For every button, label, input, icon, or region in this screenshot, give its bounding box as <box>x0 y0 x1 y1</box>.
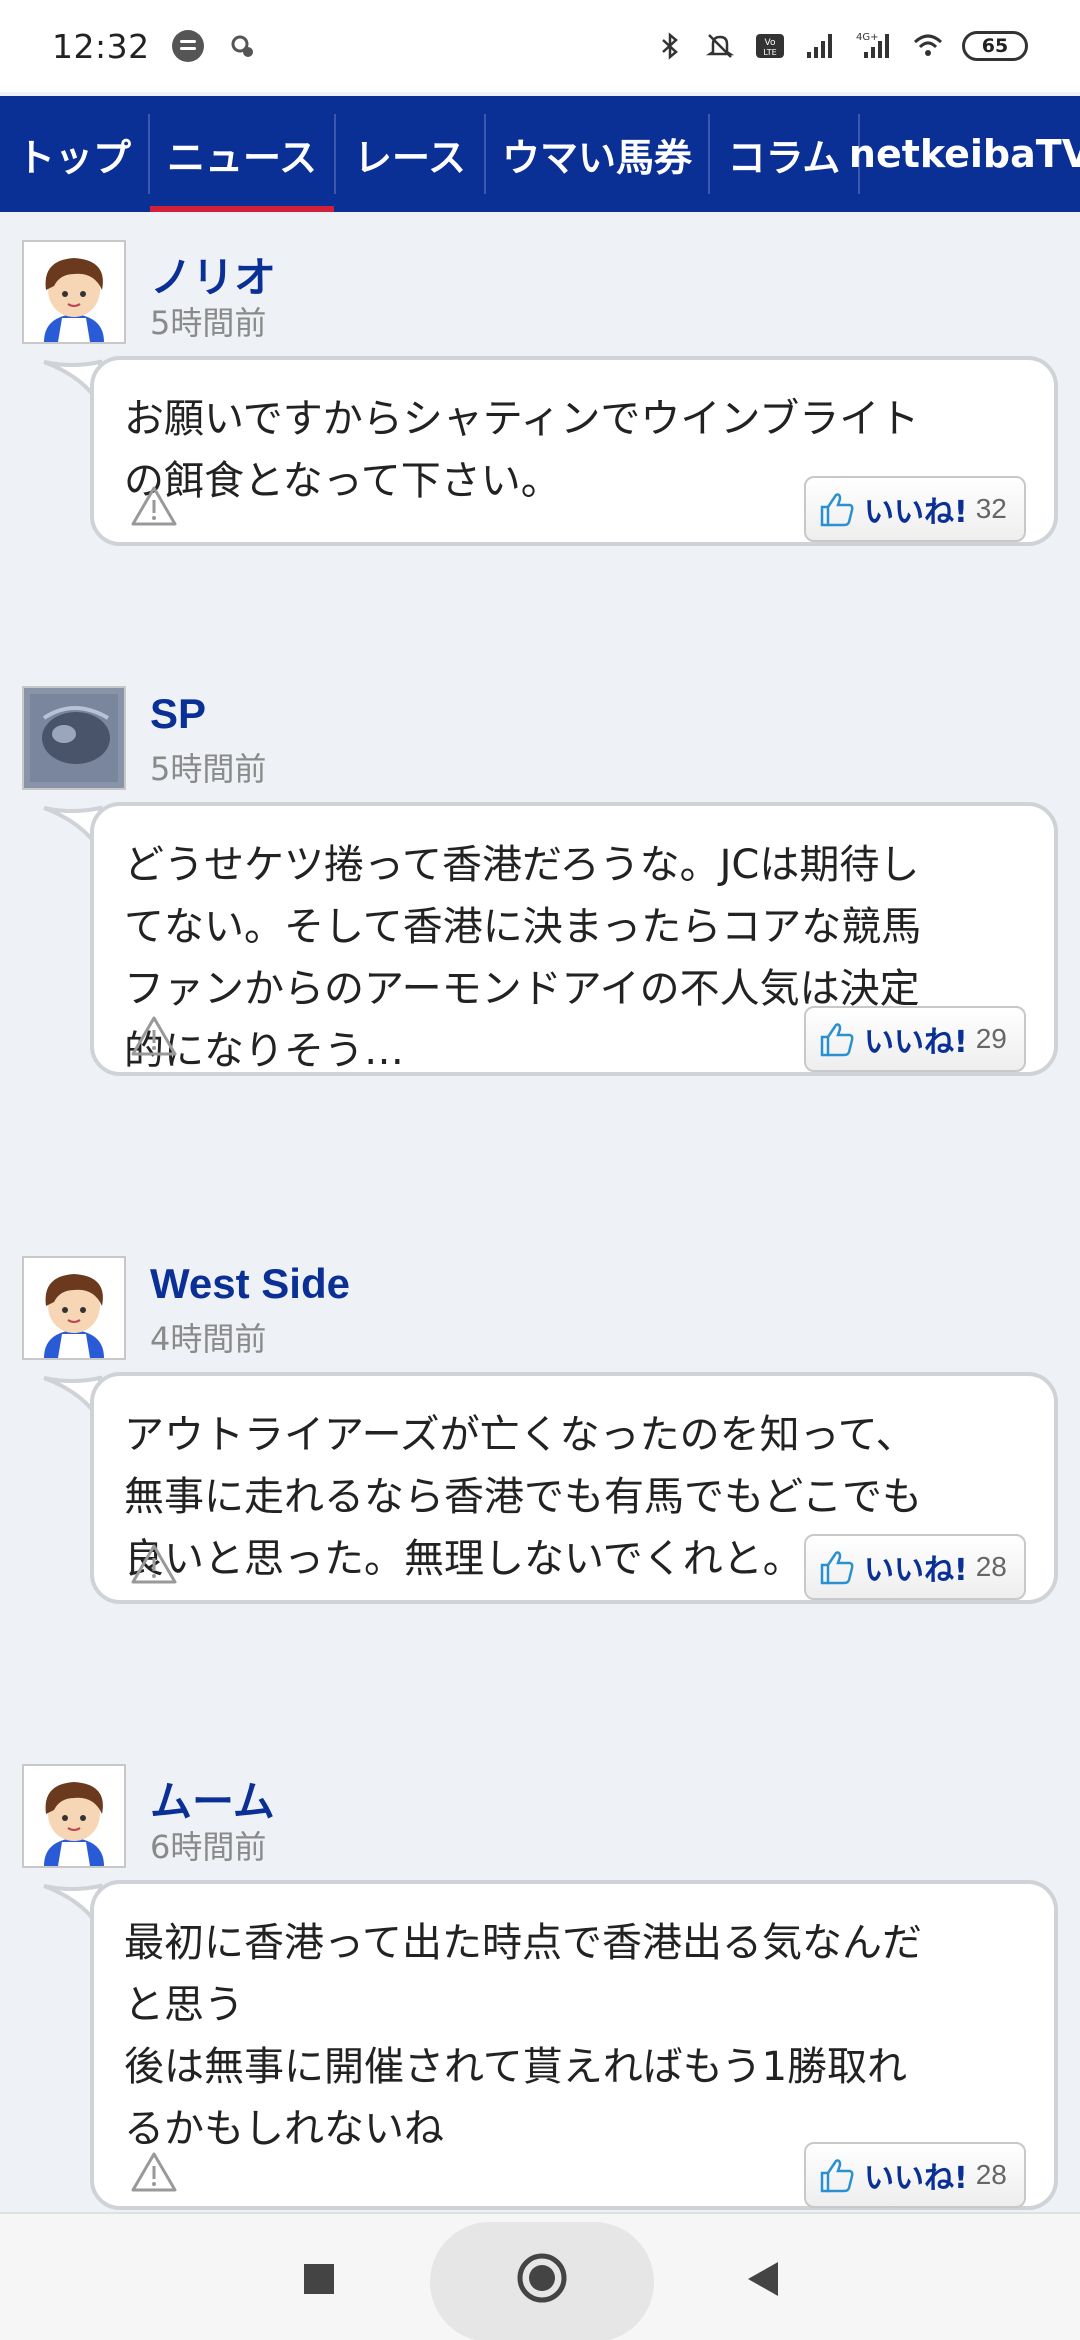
recents-button[interactable] <box>302 2262 336 2296</box>
system-navigation-bar <box>0 2212 1080 2340</box>
home-button[interactable] <box>516 2252 568 2304</box>
comment-bubble: アウトライアーズが亡くなったのを知って、 無事に走れるなら香港でも有馬でもどこで… <box>90 1372 1058 1604</box>
spotify-icon <box>171 30 204 62</box>
thumbs-up-icon <box>820 1023 854 1057</box>
svg-text:Vo: Vo <box>765 38 776 48</box>
svg-text:LTE: LTE <box>763 48 776 57</box>
tab-column[interactable]: コラム <box>710 96 858 212</box>
volte-icon: Vo LTE <box>756 34 784 58</box>
like-count: 32 <box>975 493 1007 524</box>
thumbs-up-icon <box>820 493 854 527</box>
like-button[interactable]: いいね! 28 <box>804 1534 1026 1600</box>
back-button[interactable] <box>744 2260 782 2298</box>
avatar[interactable] <box>22 1764 126 1868</box>
thumbs-up-icon <box>820 1551 854 1585</box>
thumbs-up-icon <box>820 2159 854 2193</box>
timestamp: 6時間前 <box>150 1828 267 1866</box>
boy-avatar-icon <box>24 242 124 342</box>
like-count: 28 <box>975 1551 1007 1582</box>
boy-avatar-icon <box>24 1258 124 1358</box>
username[interactable]: ムーム <box>150 1768 275 1829</box>
like-label: いいね! <box>864 1025 968 1060</box>
report-warning-icon[interactable] <box>130 2150 178 2194</box>
clock: 12:32 <box>52 26 150 66</box>
recording-icon <box>231 35 253 57</box>
like-button[interactable]: いいね! 29 <box>804 1006 1026 1072</box>
like-count: 28 <box>975 2159 1007 2190</box>
username[interactable]: West Side <box>150 1260 350 1308</box>
mute-icon <box>705 34 735 58</box>
report-warning-icon[interactable] <box>130 484 178 528</box>
like-count: 29 <box>975 1023 1007 1054</box>
timestamp: 5時間前 <box>150 304 267 342</box>
boy-avatar-icon <box>24 1766 124 1866</box>
report-warning-icon[interactable] <box>130 1542 178 1586</box>
category-nav: トップ ニュース レース ウマい馬券 コラム netkeibaTV <box>0 96 1080 212</box>
photo-avatar-icon <box>24 688 124 788</box>
status-bar: 12:32 Vo LTE 4G+ 65 <box>0 0 1080 92</box>
timestamp: 5時間前 <box>150 750 267 788</box>
like-label: いいね! <box>864 2161 968 2196</box>
comment-text: 最初に香港って出た時点で香港出る気なんだ と思う 後は無事に開催されて貰えればも… <box>124 1920 922 2152</box>
battery-icon: 65 <box>962 31 1028 61</box>
avatar[interactable] <box>22 240 126 344</box>
username[interactable]: SP <box>150 690 206 738</box>
tab-netkeiba-tv[interactable]: netkeibaTV <box>849 96 1080 212</box>
4g-signal-icon: 4G+ <box>856 32 889 58</box>
bluetooth-icon <box>662 32 678 60</box>
signal-icon <box>807 34 832 58</box>
tab-race[interactable]: レース <box>336 96 484 212</box>
avatar[interactable] <box>22 686 126 790</box>
like-button[interactable]: いいね! 32 <box>804 476 1026 542</box>
svg-text:4G+: 4G+ <box>856 32 879 43</box>
tab-news[interactable]: ニュース <box>150 96 334 212</box>
like-button[interactable]: いいね! 28 <box>804 2142 1026 2208</box>
comment-bubble: どうせケツ捲って香港だろうな。JCは期待し てない。そして香港に決まったらコアな… <box>90 802 1058 1076</box>
like-label: いいね! <box>864 1553 968 1588</box>
avatar[interactable] <box>22 1256 126 1360</box>
tab-top[interactable]: トップ <box>0 96 148 212</box>
comment-bubble: お願いですからシャティンでウインブライト の餌食となって下さい。 いいね! 32 <box>90 356 1058 546</box>
comment-feed: ノリオ 5時間前 お願いですからシャティンでウインブライト の餌食となって下さい… <box>0 212 1080 2212</box>
username[interactable]: ノリオ <box>150 244 276 305</box>
comment-bubble: 最初に香港って出た時点で香港出る気なんだ と思う 後は無事に開催されて貰えればも… <box>90 1880 1058 2210</box>
tab-umai-baken[interactable]: ウマい馬券 <box>486 96 708 212</box>
like-label: いいね! <box>864 495 968 530</box>
timestamp: 4時間前 <box>150 1320 267 1358</box>
wifi-icon <box>913 34 943 56</box>
report-warning-icon[interactable] <box>130 1014 178 1058</box>
